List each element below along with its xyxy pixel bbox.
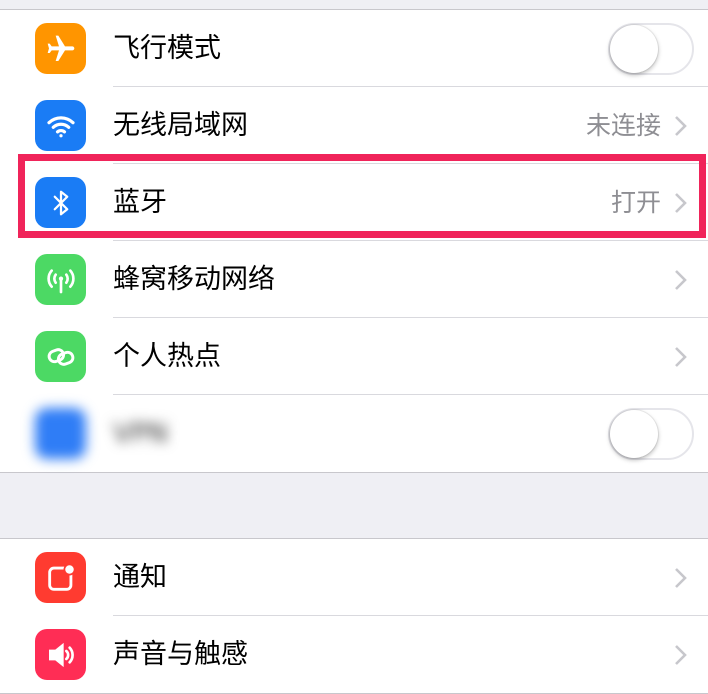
connectivity-settings-group: 飞行模式 无线局域网 未连接 蓝牙 打开 蜂窝移动网络 个人热点 VPN: [0, 9, 708, 473]
hotspot-icon: [35, 331, 86, 382]
general-settings-group: 通知 声音与触感: [0, 538, 708, 694]
chevron-right-icon: [675, 270, 687, 290]
vpn-toggle[interactable]: [608, 408, 694, 460]
wifi-status: 未连接: [585, 111, 661, 140]
toggle-knob: [610, 25, 658, 73]
wifi-label: 无线局域网: [113, 110, 248, 141]
personal-hotspot-row[interactable]: 个人热点: [0, 318, 708, 395]
chevron-right-icon: [675, 645, 687, 665]
cellular-row[interactable]: 蜂窝移动网络: [0, 241, 708, 318]
airplane-icon: [35, 23, 86, 74]
notifications-row[interactable]: 通知: [0, 539, 708, 616]
vpn-row[interactable]: VPN: [0, 395, 708, 472]
bluetooth-icon: [35, 177, 86, 228]
chevron-right-icon: [675, 193, 687, 213]
personal-hotspot-label: 个人热点: [113, 341, 221, 372]
chevron-right-icon: [675, 568, 687, 588]
airplane-mode-toggle[interactable]: [608, 23, 694, 75]
notifications-label: 通知: [113, 562, 167, 593]
notifications-icon: [35, 552, 86, 603]
bluetooth-status: 打开: [610, 188, 661, 217]
vpn-label: VPN: [113, 418, 168, 449]
wifi-row[interactable]: 无线局域网 未连接: [0, 87, 708, 164]
chevron-right-icon: [675, 347, 687, 367]
airplane-mode-row[interactable]: 飞行模式: [0, 10, 708, 87]
bluetooth-label: 蓝牙: [113, 187, 167, 218]
wifi-icon: [35, 100, 86, 151]
toggle-knob: [610, 410, 658, 458]
chevron-right-icon: [675, 116, 687, 136]
cellular-label: 蜂窝移动网络: [113, 264, 275, 295]
bluetooth-row[interactable]: 蓝牙 打开: [0, 164, 708, 241]
vpn-icon: [35, 408, 86, 459]
cellular-icon: [35, 254, 86, 305]
airplane-mode-label: 飞行模式: [113, 33, 221, 64]
